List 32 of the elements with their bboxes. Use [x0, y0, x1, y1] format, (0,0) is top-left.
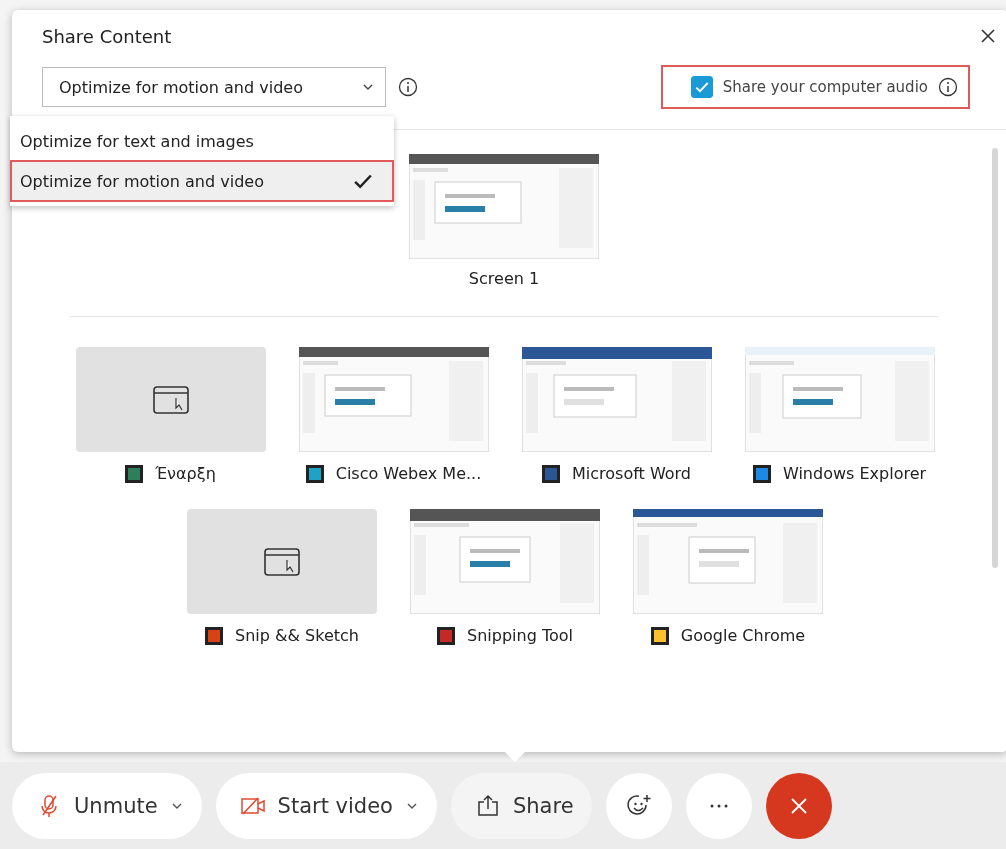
- app-icon: [437, 626, 455, 645]
- scrollbar[interactable]: [992, 148, 998, 568]
- window-cursor-icon: [152, 385, 189, 414]
- optimize-dropdown[interactable]: Optimize for motion and video: [42, 67, 386, 107]
- share-button[interactable]: Share: [450, 772, 592, 839]
- dialog-title: Share Content: [42, 26, 172, 47]
- source-label: Cisco Webex Me...: [335, 464, 482, 483]
- window-cursor-icon: [264, 547, 300, 576]
- app-icon: [650, 626, 669, 645]
- app-icon: [305, 464, 324, 483]
- start-video-button[interactable]: Start video: [215, 772, 437, 839]
- source-label: Snip && Sketch: [235, 626, 359, 645]
- source-label: Windows Explorer: [782, 464, 927, 483]
- app-icon: [542, 464, 560, 483]
- source-label: Microsoft Word: [572, 464, 691, 483]
- dropdown-option[interactable]: Optimize for text and images: [12, 122, 392, 160]
- info-icon[interactable]: [398, 77, 418, 97]
- app-icon: [125, 464, 144, 483]
- source-label: Έναρξη: [155, 464, 216, 483]
- screen-label: Screen 1: [468, 269, 540, 288]
- audio-label: Share your computer audio: [722, 78, 928, 96]
- source-label: Google Chrome: [680, 626, 806, 645]
- dropdown-option[interactable]: Optimize for motion and video: [12, 162, 392, 200]
- app-icon: [752, 464, 771, 483]
- audio-checkbox[interactable]: [690, 76, 713, 98]
- close-icon[interactable]: [980, 28, 996, 44]
- info-icon[interactable]: [938, 77, 958, 97]
- app-icon: [205, 626, 224, 645]
- more-icon: [709, 803, 728, 808]
- source-label: Snipping Tool: [467, 626, 573, 645]
- unmute-button[interactable]: Unmute: [12, 772, 202, 839]
- audio-option[interactable]: Share your computer audio: [662, 67, 968, 107]
